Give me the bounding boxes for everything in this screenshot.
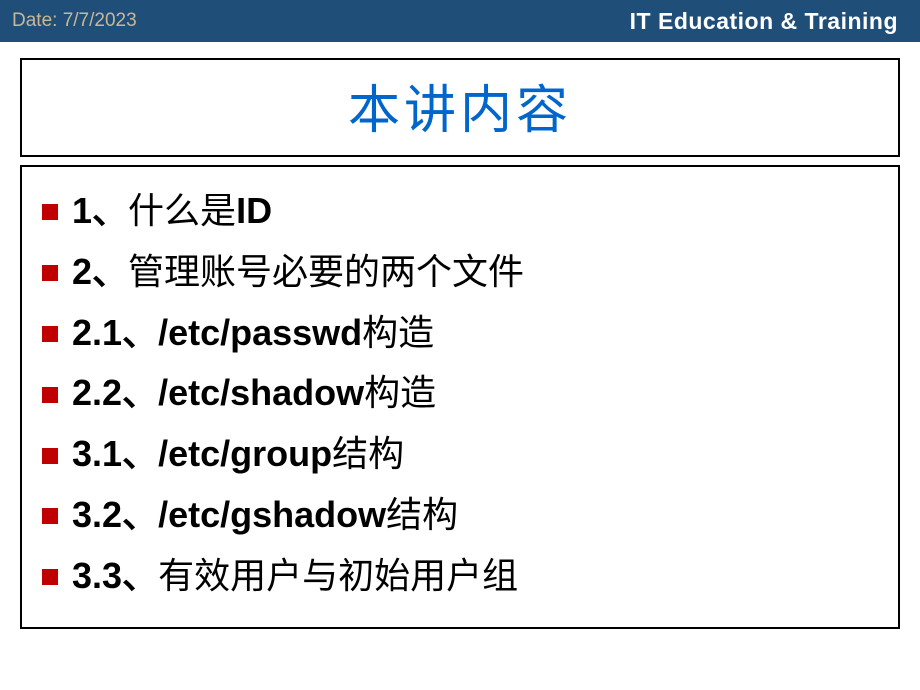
item-cn-prefix: 什么是 [128, 191, 236, 231]
bullet-icon [42, 326, 58, 342]
item-separator: 、 [92, 190, 128, 231]
header-brand: IT Education & Training [630, 8, 898, 35]
item-separator: 、 [92, 251, 128, 292]
outline-item-text: 2.1、/etc/passwd构造 [72, 305, 434, 362]
outline-item: 1、什么是ID [42, 183, 878, 240]
item-latin-2: ID [236, 190, 272, 231]
item-separator: 、 [122, 372, 158, 413]
item-separator: 、 [122, 433, 158, 474]
item-cn-suffix: 结构 [332, 434, 404, 474]
header-bar: Date: 7/7/2023 IT Education & Training [0, 0, 920, 42]
bullet-icon [42, 387, 58, 403]
outline-item: 2.2、/etc/shadow构造 [42, 365, 878, 422]
item-separator: 、 [122, 312, 158, 353]
title-box: 本讲内容 [20, 58, 900, 157]
outline-item-text: 3.2、/etc/gshadow结构 [72, 487, 458, 544]
item-latin: /etc/passwd [158, 312, 362, 353]
item-number: 2 [72, 251, 92, 292]
item-number: 3.1 [72, 433, 122, 474]
item-cn-suffix: 构造 [362, 313, 434, 353]
item-latin: /etc/shadow [158, 372, 364, 413]
item-cn-suffix: 构造 [364, 373, 436, 413]
bullet-icon [42, 265, 58, 281]
item-latin: /etc/gshadow [158, 494, 386, 535]
outline-item-text: 2、管理账号必要的两个文件 [72, 244, 524, 301]
content-box: 1、什么是ID2、管理账号必要的两个文件2.1、/etc/passwd构造2.2… [20, 165, 900, 629]
item-number: 3.2 [72, 494, 122, 535]
outline-item: 2、管理账号必要的两个文件 [42, 244, 878, 301]
item-separator: 、 [122, 555, 158, 596]
bullet-icon [42, 569, 58, 585]
item-number: 2.2 [72, 372, 122, 413]
item-number: 2.1 [72, 312, 122, 353]
item-separator: 、 [122, 494, 158, 535]
item-number: 1 [72, 190, 92, 231]
outline-item: 3.3、有效用户与初始用户组 [42, 548, 878, 605]
outline-item-text: 3.3、有效用户与初始用户组 [72, 548, 518, 605]
outline-item-text: 1、什么是ID [72, 183, 272, 240]
item-cn-prefix: 管理账号必要的两个文件 [128, 252, 524, 292]
outline-item-text: 2.2、/etc/shadow构造 [72, 365, 436, 422]
outline-item: 3.1、/etc/group结构 [42, 426, 878, 483]
item-cn-suffix: 结构 [386, 495, 458, 535]
item-latin: /etc/group [158, 433, 332, 474]
bullet-icon [42, 204, 58, 220]
outline-item: 2.1、/etc/passwd构造 [42, 305, 878, 362]
header-date: Date: 7/7/2023 [12, 10, 137, 32]
bullet-icon [42, 448, 58, 464]
item-number: 3.3 [72, 555, 122, 596]
slide-title: 本讲内容 [22, 68, 898, 143]
outline-item-text: 3.1、/etc/group结构 [72, 426, 404, 483]
outline-item: 3.2、/etc/gshadow结构 [42, 487, 878, 544]
bullet-icon [42, 508, 58, 524]
item-cn-prefix: 有效用户与初始用户组 [158, 556, 518, 596]
